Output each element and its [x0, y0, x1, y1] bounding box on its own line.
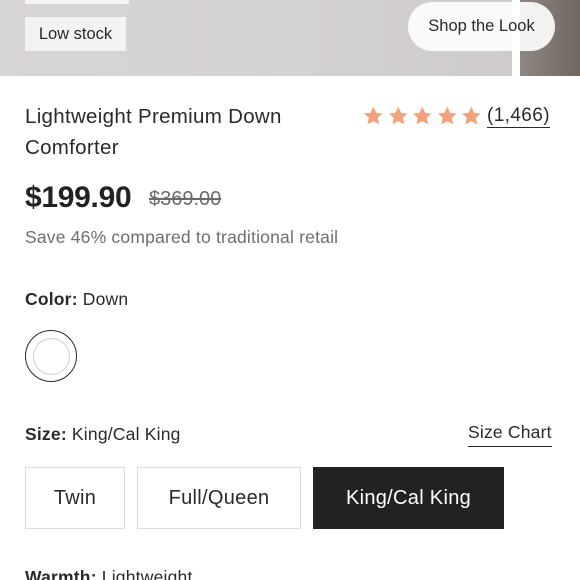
- low-stock-badge: Low stock: [25, 17, 126, 51]
- warmth-value: Lightweight: [101, 567, 193, 580]
- size-button-full-queen[interactable]: Full/Queen: [137, 467, 301, 529]
- star-icon: [388, 106, 408, 125]
- size-chart-link[interactable]: Size Chart: [468, 422, 552, 447]
- product-title: Lightweight Premium Down Comforter: [25, 102, 345, 163]
- compare-at-price: $369.00: [149, 188, 222, 210]
- savings-text: Save 46% compared to traditional retail: [25, 227, 339, 247]
- sale-price: $199.90: [25, 181, 132, 214]
- size-button-twin[interactable]: Twin: [25, 467, 125, 529]
- star-icon: [437, 106, 457, 125]
- color-value: Down: [82, 289, 129, 309]
- size-label: Size:: [25, 424, 67, 444]
- warmth-label: Warmth:: [25, 567, 97, 580]
- review-count-link[interactable]: (1,466): [486, 105, 550, 128]
- color-swatch-down[interactable]: [25, 330, 77, 382]
- badge-partial: [25, 0, 129, 4]
- star-icon: [363, 106, 383, 125]
- product-image-carousel[interactable]: Low stock Shop the Look: [0, 0, 580, 76]
- rating-stars: [361, 105, 484, 127]
- product-title-line1: Lightweight Premium Down: [25, 105, 282, 128]
- product-title-line2: Comforter: [25, 135, 119, 159]
- star-icon: [413, 106, 432, 125]
- review-count[interactable]: (1,466): [486, 105, 550, 128]
- product-rating[interactable]: (1,466): [361, 102, 550, 130]
- size-option-label: Size: King/Cal King: [25, 424, 181, 445]
- size-value: King/Cal King: [71, 424, 181, 444]
- color-label: Color:: [25, 289, 78, 309]
- warmth-option-label: Warmth: Lightweight: [25, 567, 193, 580]
- swatch-fill: [32, 337, 70, 375]
- star-icon: [462, 106, 482, 125]
- size-button-king-cal-king[interactable]: King/Cal King: [313, 467, 504, 529]
- color-option-label: Color: Down: [25, 289, 128, 310]
- shop-the-look-button[interactable]: Shop the Look: [408, 2, 555, 51]
